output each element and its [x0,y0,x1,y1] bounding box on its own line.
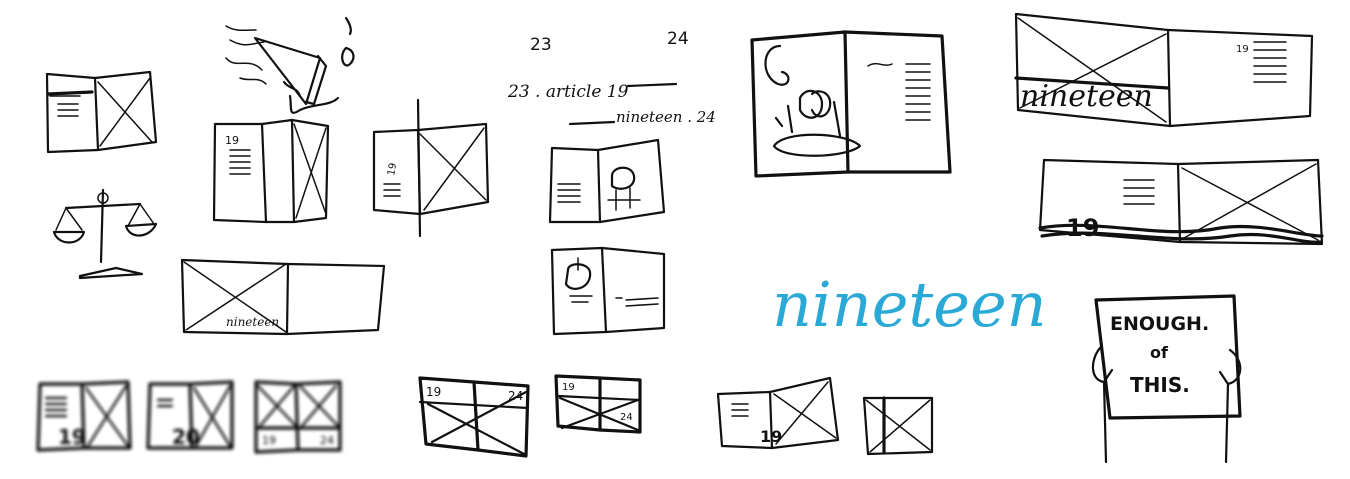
angled-1-right-number: 24 [508,389,523,403]
thumb-19-number: 19 [58,425,86,449]
nineteen-large-number: 19 [1066,214,1099,242]
nineteen-script: nineteen [772,268,1047,341]
spread-sketch-wave: 19 [1038,158,1324,246]
angled-2-right-number: 24 [620,412,633,423]
nineteen-line: nineteen . 24 [568,108,716,126]
page-19-label-rotated: 19 [386,162,399,176]
number-24: 24 [667,29,689,49]
page-19-label-banner: 19 [1236,44,1249,55]
megaphone-icon [225,16,355,114]
thumb-24-left-number: 19 [262,434,276,447]
angled-1-left-number: 19 [426,385,441,399]
spread-sketch-banner: 19 nineteen [1014,12,1314,128]
spread-sketch-bottom-19: 19 [716,376,840,450]
article-line: 23 . article 19 [507,82,678,102]
nineteen-banner-text: nineteen [1020,79,1153,114]
spread-sketch-1 [45,70,158,154]
thumb-24: 19 24 [254,380,342,454]
nineteen-small-label: nineteen [226,315,279,329]
spread-sketch-hand-1 [548,138,666,224]
sketch-sheet: 19 19 nineteen 23 24 23 . article 19 nin… [0,0,1350,479]
protest-sign: ENOUGH. of THIS. [1091,294,1242,464]
scale-icon [52,188,158,280]
thumb-20: 20 [146,380,234,450]
article-19-text: 23 . article 19 [507,82,629,102]
thumb-24-right-number: 24 [320,434,334,447]
spread-sketch-19-fold: 19 [212,118,330,224]
nineteen-script-text: nineteen [772,268,1047,341]
spread-sketch-wide: nineteen [180,258,386,336]
bottom-19-number: 19 [760,427,782,446]
thumb-row-blurred: 19 20 19 24 [36,380,342,454]
sign-line-3: THIS. [1130,373,1190,397]
single-page-sketch [862,396,934,456]
sketch-canvas: 19 19 nineteen 23 24 23 . article 19 nin… [36,12,1324,464]
spread-sketch-hand-2 [550,246,666,336]
thumb-19: 19 [36,380,132,452]
page-19-label: 19 [225,134,239,147]
page-numbers-top: 23 24 [530,29,689,55]
sign-line-2: of [1150,343,1169,362]
number-23: 23 [530,35,552,55]
thumb-20-number: 20 [172,425,200,449]
angled-2-left-number: 19 [562,382,575,393]
spread-sketch-angled-2: 19 24 [554,374,642,434]
spread-sketch-angled-1: 19 24 [418,376,530,458]
spread-sketch-large [750,30,952,178]
spread-sketch-spine: 19 [372,98,490,238]
sign-line-1: ENOUGH. [1110,313,1209,335]
nineteen-24-text: nineteen . 24 [616,108,716,126]
